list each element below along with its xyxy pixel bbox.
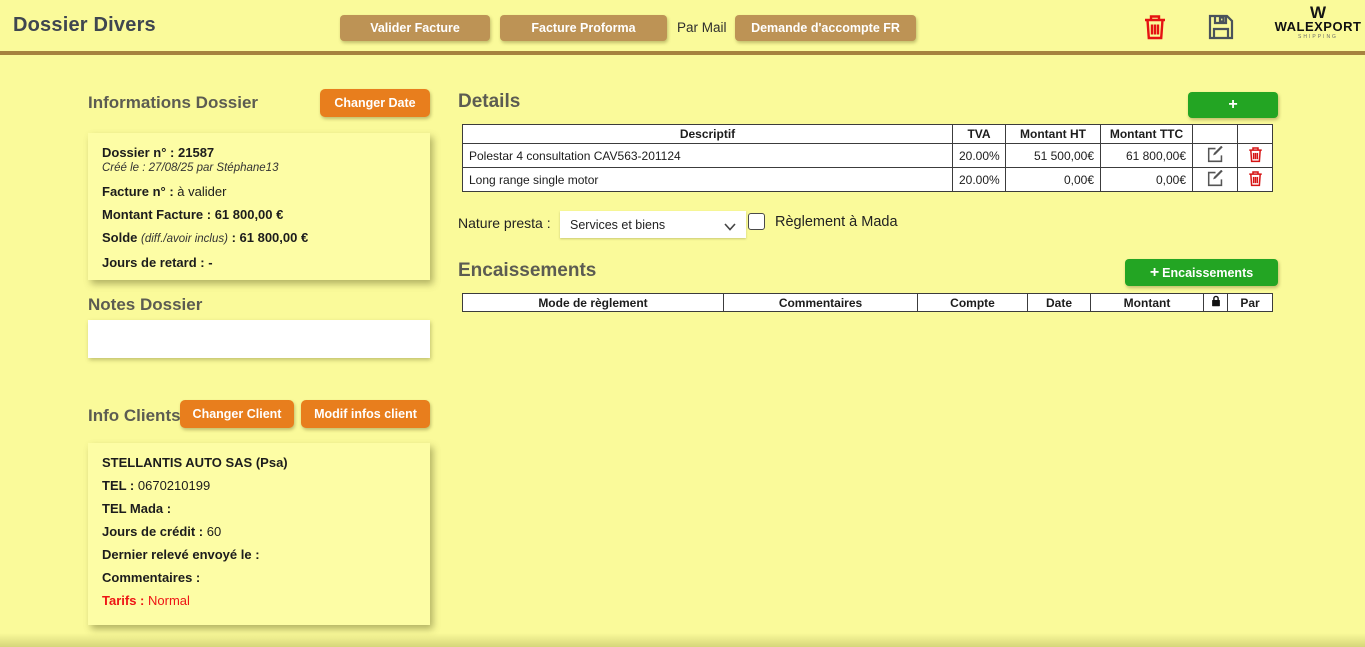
plus-icon: + (1150, 264, 1159, 282)
client-dernier-releve: Dernier relevé envoyé le : (102, 547, 416, 562)
col-montant-ht: Montant HT (1006, 125, 1101, 144)
page-title: Dossier Divers (13, 14, 156, 37)
facture-proforma-button[interactable]: Facture Proforma (500, 15, 667, 41)
client-tel-mada: TEL Mada : (102, 501, 416, 516)
walexport-w-mark: W (1272, 6, 1364, 20)
table-row: Polestar 4 consultation CAV563-201124 20… (463, 144, 1273, 168)
client-commentaires: Commentaires : (102, 570, 416, 585)
delete-row-icon[interactable] (1238, 144, 1273, 168)
notes-dossier-input[interactable] (88, 320, 430, 358)
col-edit (1193, 125, 1238, 144)
table-row: Long range single motor 20.00% 0,00€ 0,0… (463, 168, 1273, 192)
info-clients-card: STELLANTIS AUTO SAS (Psa) TEL : 06702101… (88, 443, 430, 625)
cell-descriptif: Long range single motor (463, 168, 953, 192)
details-heading: Details (458, 91, 520, 113)
col-mode-reglement: Mode de règlement (463, 294, 724, 312)
col-compte: Compte (918, 294, 1028, 312)
dossier-numero: Dossier n° : 21587 (102, 145, 416, 160)
encaissements-heading: Encaissements (458, 260, 596, 282)
cell-ttc: 0,00€ (1101, 168, 1193, 192)
edit-row-icon[interactable] (1193, 168, 1238, 192)
delete-dossier-trash-icon[interactable] (1141, 13, 1169, 41)
delete-row-icon[interactable] (1238, 168, 1273, 192)
info-clients-heading: Info Clients (88, 406, 181, 426)
chevron-down-icon (724, 220, 736, 234)
cell-tva: 20.00% (953, 144, 1006, 168)
dossier-cree-le: Créé le : 27/08/25 par Stéphane13 (102, 161, 416, 176)
valider-facture-button[interactable]: Valider Facture (340, 15, 490, 41)
par-mail-link[interactable]: Par Mail (677, 20, 727, 35)
col-montant-ttc: Montant TTC (1101, 125, 1193, 144)
add-detail-button[interactable]: + (1188, 92, 1278, 118)
reglement-mada-label: Règlement à Mada (775, 214, 898, 230)
col-par: Par (1228, 294, 1273, 312)
col-montant: Montant (1091, 294, 1204, 312)
cell-tva: 20.00% (953, 168, 1006, 192)
dossier-solde: Solde (diff./avoir inclus) : 61 800,00 € (102, 230, 416, 247)
nature-presta-label: Nature presta : (458, 215, 551, 231)
client-jours-credit: Jours de crédit : 60 (102, 524, 416, 539)
nature-presta-select[interactable]: Services et biens (560, 211, 746, 238)
bottom-shadow (0, 633, 1365, 647)
modif-infos-client-button[interactable]: Modif infos client (301, 400, 430, 428)
cell-ht: 0,00€ (1006, 168, 1101, 192)
col-descriptif: Descriptif (463, 125, 953, 144)
changer-client-button[interactable]: Changer Client (180, 400, 294, 428)
client-tel: TEL : 0670210199 (102, 478, 416, 493)
dossier-retard: Jours de retard : - (102, 255, 416, 270)
demande-acompte-button[interactable]: Demande d'accompte FR (735, 15, 916, 41)
client-name: STELLANTIS AUTO SAS (Psa) (102, 455, 416, 470)
details-header-row: Descriptif TVA Montant HT Montant TTC (463, 125, 1273, 144)
reglement-mada-checkbox[interactable] (748, 213, 765, 230)
edit-row-icon[interactable] (1193, 144, 1238, 168)
col-commentaires: Commentaires (724, 294, 918, 312)
dossier-montant: Montant Facture : 61 800,00 € (102, 207, 416, 222)
cell-ht: 51 500,00€ (1006, 144, 1101, 168)
cell-descriptif: Polestar 4 consultation CAV563-201124 (463, 144, 953, 168)
encaissements-table: Mode de règlement Commentaires Compte Da… (462, 293, 1273, 312)
changer-date-button[interactable]: Changer Date (320, 89, 430, 117)
details-table: Descriptif TVA Montant HT Montant TTC Po… (462, 124, 1273, 192)
client-tarifs: Tarifs : Normal (102, 593, 416, 608)
top-bar: Dossier Divers Valider Facture Facture P… (0, 0, 1365, 55)
save-icon[interactable] (1207, 13, 1235, 41)
col-tva: TVA (953, 125, 1006, 144)
lock-icon (1204, 294, 1228, 312)
walexport-logo: W WALEXPORT SHIPPING (1272, 6, 1364, 41)
informations-dossier-heading: Informations Dossier (88, 93, 258, 113)
add-encaissement-button[interactable]: + Encaissements (1125, 259, 1278, 286)
notes-dossier-heading: Notes Dossier (88, 295, 202, 315)
col-delete (1238, 125, 1273, 144)
cell-ttc: 61 800,00€ (1101, 144, 1193, 168)
dossier-facture: Facture n° : à valider (102, 184, 416, 199)
col-date: Date (1028, 294, 1091, 312)
encaissements-header-row: Mode de règlement Commentaires Compte Da… (463, 294, 1273, 312)
informations-dossier-card: Dossier n° : 21587 Créé le : 27/08/25 pa… (88, 133, 430, 280)
